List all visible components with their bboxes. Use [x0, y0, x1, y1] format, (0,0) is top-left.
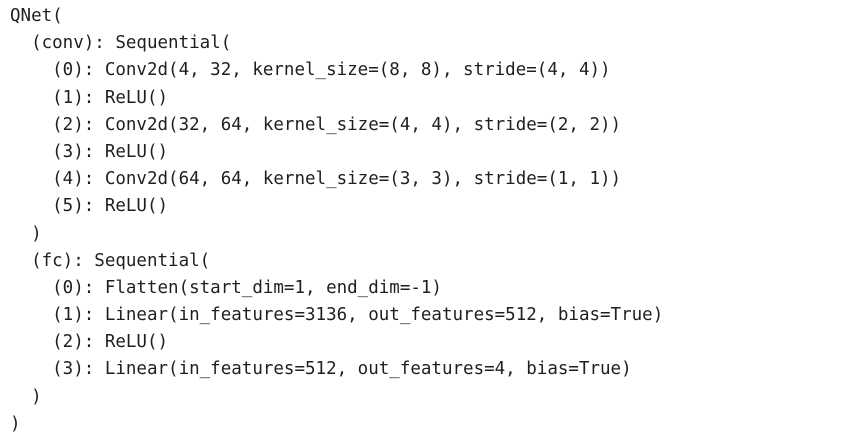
- output-line: (1): Linear(in_features=3136, out_featur…: [10, 305, 664, 326]
- output-line: (2): Conv2d(32, 64, kernel_size=(4, 4), …: [10, 114, 622, 135]
- output-line: QNet(: [10, 6, 63, 26]
- model-summary-output: QNet( (conv): Sequential( (0): Conv2d(4,…: [10, 3, 663, 438]
- output-line: (3): ReLU(): [10, 141, 169, 162]
- output-line: (conv): Sequential(: [10, 33, 232, 54]
- output-line: ): [10, 413, 21, 434]
- output-line: (2): ReLU(): [10, 332, 169, 353]
- output-line: ): [10, 223, 42, 244]
- output-line: (0): Conv2d(4, 32, kernel_size=(8, 8), s…: [10, 60, 611, 81]
- output-line: (0): Flatten(start_dim=1, end_dim=-1): [10, 277, 442, 298]
- output-line: (fc): Sequential(: [10, 250, 211, 271]
- output-line: (4): Conv2d(64, 64, kernel_size=(3, 3), …: [10, 169, 622, 190]
- output-line: ): [10, 386, 42, 407]
- output-line: (3): Linear(in_features=512, out_feature…: [10, 359, 632, 380]
- output-line: (1): ReLU(): [10, 87, 169, 108]
- output-line: (5): ReLU(): [10, 196, 169, 217]
